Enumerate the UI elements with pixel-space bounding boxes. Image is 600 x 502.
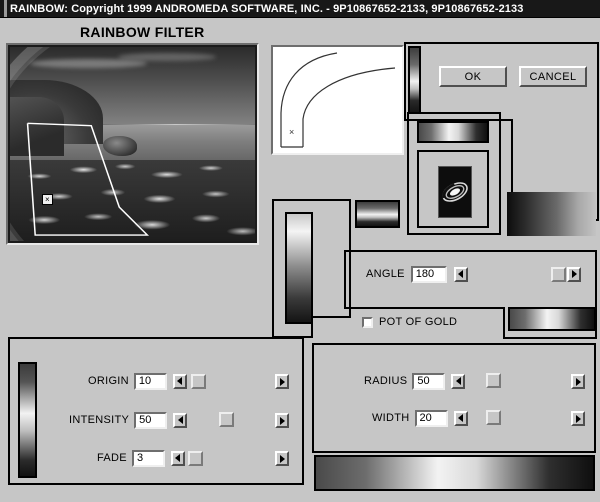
image-preview[interactable]: ×	[6, 43, 259, 245]
intensity-label: INTENSITY	[69, 414, 130, 426]
arrow-right-icon	[575, 414, 581, 423]
intensity-decrement-button[interactable]	[173, 412, 188, 428]
fade-value-input[interactable]: 3	[131, 449, 165, 467]
pot-of-gold-checkbox[interactable]	[362, 316, 373, 328]
fade-increment-button[interactable]	[275, 451, 289, 466]
intensity-value-input[interactable]: 50	[134, 411, 168, 429]
radius-slider-thumb[interactable]	[486, 373, 501, 388]
angle-value-input[interactable]: 180	[410, 265, 447, 283]
curve-origin-marker[interactable]: ×	[289, 127, 294, 137]
page-title: RAINBOW FILTER	[80, 24, 205, 40]
origin-handle-marker[interactable]: ×	[41, 194, 53, 206]
width-value-input[interactable]: 20	[414, 409, 448, 427]
radius-increment-button[interactable]	[571, 374, 585, 389]
arrow-left-icon	[458, 270, 464, 278]
right-controls-panel: RADIUS 50 WIDTH 20	[312, 343, 596, 453]
origin-slider-thumb[interactable]	[190, 373, 206, 389]
andromeda-galaxy-icon	[438, 166, 472, 218]
cancel-button[interactable]: CANCEL	[519, 66, 587, 87]
intensity-slider-thumb[interactable]	[219, 412, 234, 427]
radius-label: RADIUS	[364, 375, 408, 387]
rainbow-filter-dialog: RAINBOW: Copyright 1999 ANDROMEDA SOFTWA…	[0, 0, 600, 502]
logo-frame	[417, 150, 489, 228]
ok-button[interactable]: OK	[439, 66, 507, 87]
radius-decrement-button[interactable]	[451, 373, 466, 389]
radius-slider-row: RADIUS 50	[364, 372, 466, 390]
fade-label: FADE	[97, 452, 127, 464]
radius-value-input[interactable]: 50	[412, 372, 446, 390]
window-titlebar[interactable]: RAINBOW: Copyright 1999 ANDROMEDA SOFTWA…	[0, 0, 600, 18]
arrow-left-icon	[177, 416, 183, 424]
gradient-swatch-left-panel	[18, 362, 37, 478]
arrow-left-icon	[175, 454, 181, 462]
intensity-slider-row: INTENSITY 50	[69, 411, 188, 429]
andromeda-logo-panel	[407, 112, 501, 235]
gradient-swatch-right-large	[507, 192, 596, 236]
arrow-right-icon	[575, 377, 581, 386]
arrow-right-icon	[279, 377, 285, 386]
angle-slider-track-end[interactable]	[551, 265, 581, 283]
window-title-text: RAINBOW: Copyright 1999 ANDROMEDA SOFTWA…	[10, 2, 524, 15]
angle-slider-row: ANGLE 180	[366, 265, 468, 283]
arrow-left-icon	[177, 377, 183, 385]
width-label: WIDTH	[372, 412, 410, 424]
preview-cloud	[117, 52, 216, 61]
pot-of-gold-row[interactable]: POT OF GOLD	[362, 316, 457, 328]
fade-slider-thumb[interactable]	[187, 450, 203, 466]
angle-increment-button[interactable]	[567, 266, 581, 282]
arrow-right-icon	[279, 454, 285, 463]
arrow-right-icon	[571, 270, 577, 278]
preview-rock	[103, 136, 138, 156]
fade-slider-row: FADE 3	[97, 449, 203, 467]
width-slider-row: WIDTH 20	[372, 409, 468, 427]
origin-label: ORIGIN	[88, 375, 129, 387]
angle-decrement-button[interactable]	[453, 266, 468, 282]
pot-of-gold-label: POT OF GOLD	[379, 316, 458, 328]
gradient-swatch-pot-of-gold	[508, 307, 596, 331]
intensity-increment-button[interactable]	[275, 413, 289, 428]
width-increment-button[interactable]	[571, 411, 585, 426]
arrow-left-icon	[458, 414, 464, 422]
angle-slider-thumb[interactable]	[551, 266, 566, 282]
origin-decrement-button[interactable]	[172, 373, 187, 389]
width-decrement-button[interactable]	[453, 410, 468, 426]
arrow-right-icon	[279, 416, 285, 425]
left-controls-panel: ORIGIN 10 INTENSITY 50 FADE 3	[8, 337, 304, 485]
image-preview-canvas: ×	[10, 47, 255, 241]
origin-value-input[interactable]: 10	[133, 372, 167, 390]
gradient-swatch-small-top	[355, 200, 400, 228]
width-slider-thumb[interactable]	[486, 410, 501, 425]
preview-headland	[10, 97, 64, 156]
fade-decrement-button[interactable]	[170, 450, 185, 466]
gradient-swatch-mid-vertical	[285, 212, 313, 324]
gradient-swatch-logo-strip	[417, 121, 489, 143]
curve-preview[interactable]: ×	[271, 45, 404, 155]
gradient-swatch-bottom-bar	[314, 455, 595, 491]
origin-slider-row: ORIGIN 10	[88, 372, 206, 390]
origin-increment-button[interactable]	[275, 374, 289, 389]
curve-preview-graph	[280, 52, 396, 148]
titlebar-grip-icon	[4, 0, 7, 17]
arrow-left-icon	[455, 377, 461, 385]
angle-label: ANGLE	[366, 268, 405, 280]
